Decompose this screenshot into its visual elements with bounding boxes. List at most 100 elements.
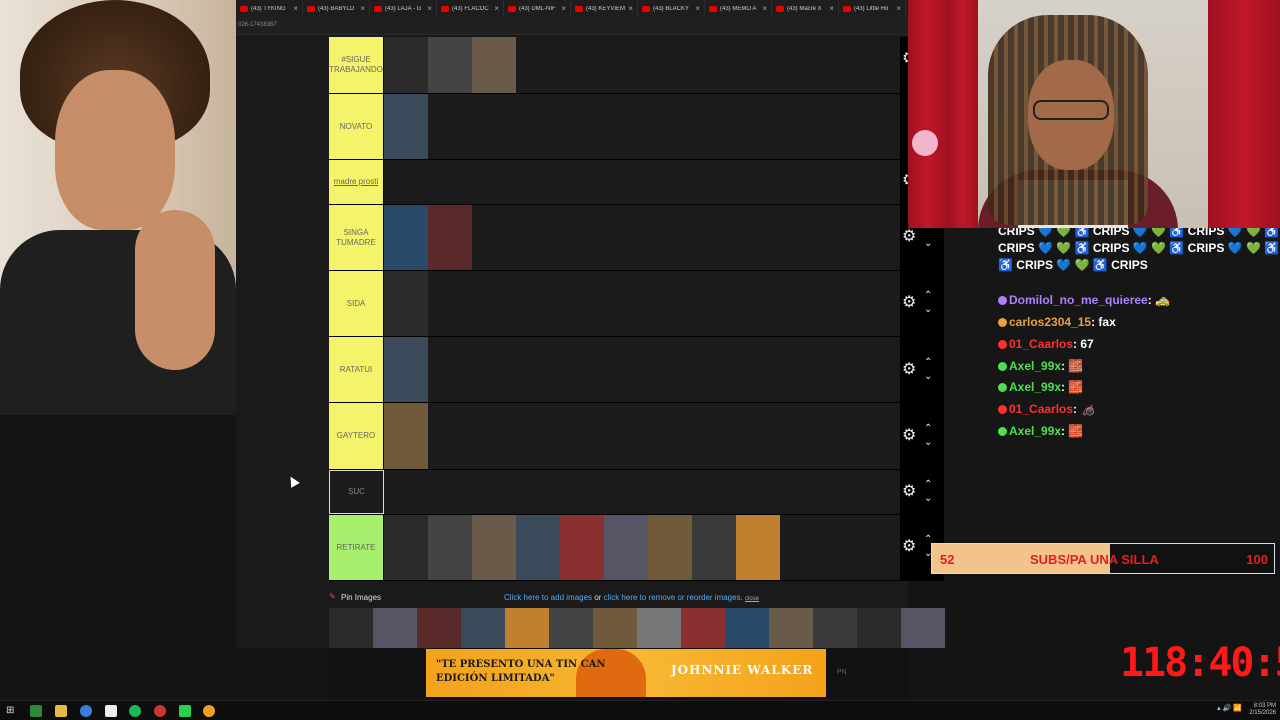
pool-image-thumbnail[interactable]	[725, 608, 769, 648]
close-tab-icon[interactable]: ×	[293, 4, 298, 13]
browser-tab[interactable]: (43) Little Ho ×	[839, 0, 906, 17]
tier-image-thumbnail[interactable]	[560, 515, 604, 580]
pool-image-thumbnail[interactable]	[417, 608, 461, 648]
app-icon-2[interactable]	[203, 705, 215, 717]
tier-items[interactable]	[384, 271, 900, 336]
pin-images-label[interactable]: Pin Images	[341, 593, 381, 602]
move-tier-up-icon[interactable]: ⌃	[924, 480, 932, 490]
close-link[interactable]: close	[745, 596, 759, 602]
tier-image-thumbnail[interactable]	[384, 271, 428, 336]
browser-tab[interactable]: (43) TYKING ×	[236, 0, 303, 17]
chat-username[interactable]: carlos2304_15	[1009, 315, 1091, 329]
tier-items[interactable]	[384, 337, 900, 402]
browser-tab[interactable]: (43) FLACOC ×	[437, 0, 504, 17]
advertisement-banner[interactable]: "TE PRESENTO UNA TIN CAN EDICIÓN LIMITAD…	[426, 649, 826, 697]
tier-image-thumbnail[interactable]	[648, 515, 692, 580]
tier-image-thumbnail[interactable]	[384, 337, 428, 402]
tier-image-thumbnail[interactable]	[428, 515, 472, 580]
chat-username[interactable]: 01_Caarlos	[1009, 337, 1073, 351]
chat-username[interactable]: Domilol_no_me_quieree	[1009, 293, 1148, 307]
tier-image-thumbnail[interactable]	[472, 515, 516, 580]
tier-items[interactable]	[384, 515, 900, 580]
close-tab-icon[interactable]: ×	[762, 4, 767, 13]
chat-username[interactable]: 01_Caarlos	[1009, 402, 1073, 416]
tier-items[interactable]	[384, 403, 900, 469]
tier-image-thumbnail[interactable]	[384, 403, 428, 469]
tier-settings-gear-icon[interactable]: ⚙	[902, 539, 918, 555]
start-icon[interactable]: ⊞	[6, 705, 18, 717]
reorder-images-link[interactable]: click here to remove or reorder images.	[604, 593, 743, 602]
move-tier-down-icon[interactable]: ⌄	[924, 494, 932, 504]
tier-label[interactable]: #SIGUE TRABAJANDO	[329, 37, 384, 93]
tier-label[interactable]: GAYTERO	[329, 403, 384, 469]
tier-items[interactable]	[384, 160, 900, 204]
browser-tab[interactable]: (43) Macre X ×	[772, 0, 839, 17]
browser-tab[interactable]: (43) DML-NIF ×	[504, 0, 571, 17]
pool-image-thumbnail[interactable]	[769, 608, 813, 648]
tier-image-thumbnail[interactable]	[384, 37, 428, 93]
pool-image-thumbnail[interactable]	[373, 608, 417, 648]
tier-settings-gear-icon[interactable]: ⚙	[902, 295, 918, 311]
chrome-icon[interactable]	[80, 705, 92, 717]
close-tab-icon[interactable]: ×	[360, 4, 365, 13]
pool-image-thumbnail[interactable]	[329, 608, 373, 648]
app-icon-1[interactable]	[30, 705, 42, 717]
chat-username[interactable]: Axel_99x	[1009, 359, 1061, 373]
move-tier-down-icon[interactable]: ⌄	[924, 305, 932, 315]
move-tier-up-icon[interactable]: ⌃	[924, 424, 932, 434]
pool-image-thumbnail[interactable]	[593, 608, 637, 648]
tier-settings-gear-icon[interactable]: ⚙	[902, 362, 918, 378]
tier-image-thumbnail[interactable]	[384, 94, 428, 159]
browser-url-bar[interactable]: 026-17438367	[236, 17, 908, 35]
close-tab-icon[interactable]: ×	[829, 4, 834, 13]
tier-items[interactable]	[384, 470, 900, 514]
browser-tab[interactable]: (43) MEMO A ×	[705, 0, 772, 17]
system-tray[interactable]: ▴ 🔊 📶	[1217, 704, 1242, 712]
tier-settings-gear-icon[interactable]: ⚙	[902, 428, 918, 444]
tier-label[interactable]: RATATUI	[329, 337, 384, 402]
tier-image-thumbnail[interactable]	[516, 515, 560, 580]
system-clock[interactable]: 8:03 PM 2/15/2026	[1249, 703, 1276, 717]
close-tab-icon[interactable]: ×	[628, 4, 633, 13]
browser-tab[interactable]: (43) BABYLO ×	[303, 0, 370, 17]
move-tier-down-icon[interactable]: ⌄	[924, 239, 932, 249]
move-tier-up-icon[interactable]: ⌃	[924, 358, 932, 368]
move-tier-down-icon[interactable]: ⌄	[924, 438, 932, 448]
pool-image-thumbnail[interactable]	[549, 608, 593, 648]
tier-image-thumbnail[interactable]	[604, 515, 648, 580]
pool-image-thumbnail[interactable]	[857, 608, 901, 648]
tier-label[interactable]: SIDA	[329, 271, 384, 336]
tier-settings-gear-icon[interactable]: ⚙	[902, 484, 918, 500]
close-tab-icon[interactable]: ×	[695, 4, 700, 13]
close-tab-icon[interactable]: ×	[494, 4, 499, 13]
tier-items[interactable]	[384, 37, 900, 93]
tier-label[interactable]: RETIRATE	[329, 515, 384, 580]
pin-icon[interactable]: ✎	[329, 592, 336, 601]
pool-image-thumbnail[interactable]	[461, 608, 505, 648]
tier-label[interactable]: SUC	[329, 470, 384, 514]
pool-image-thumbnail[interactable]	[505, 608, 549, 648]
move-tier-down-icon[interactable]: ⌄	[924, 372, 932, 382]
tier-image-thumbnail[interactable]	[428, 205, 472, 270]
close-tab-icon[interactable]: ×	[427, 4, 432, 13]
close-tab-icon[interactable]: ×	[896, 4, 901, 13]
tier-image-thumbnail[interactable]	[736, 515, 780, 580]
chat-username[interactable]: Axel_99x	[1009, 380, 1061, 394]
tier-image-thumbnail[interactable]	[384, 515, 428, 580]
tier-items[interactable]	[384, 94, 900, 159]
browser-tab[interactable]: (43) KEYVIEM ×	[571, 0, 638, 17]
chat-username[interactable]: Axel_99x	[1009, 424, 1061, 438]
spotify-icon[interactable]	[129, 705, 141, 717]
pool-image-thumbnail[interactable]	[901, 608, 945, 648]
tier-image-thumbnail[interactable]	[692, 515, 736, 580]
obs-icon[interactable]	[154, 705, 166, 717]
move-tier-up-icon[interactable]: ⌃	[924, 291, 932, 301]
tier-label[interactable]: madre prosti	[329, 160, 384, 204]
folder-icon[interactable]	[55, 705, 67, 717]
pool-image-thumbnail[interactable]	[637, 608, 681, 648]
tier-image-thumbnail[interactable]	[428, 37, 472, 93]
add-images-link[interactable]: Click here to add images	[504, 593, 592, 602]
pool-image-thumbnail[interactable]	[813, 608, 857, 648]
tier-settings-gear-icon[interactable]: ⚙	[902, 229, 918, 245]
tier-items[interactable]	[384, 205, 900, 270]
